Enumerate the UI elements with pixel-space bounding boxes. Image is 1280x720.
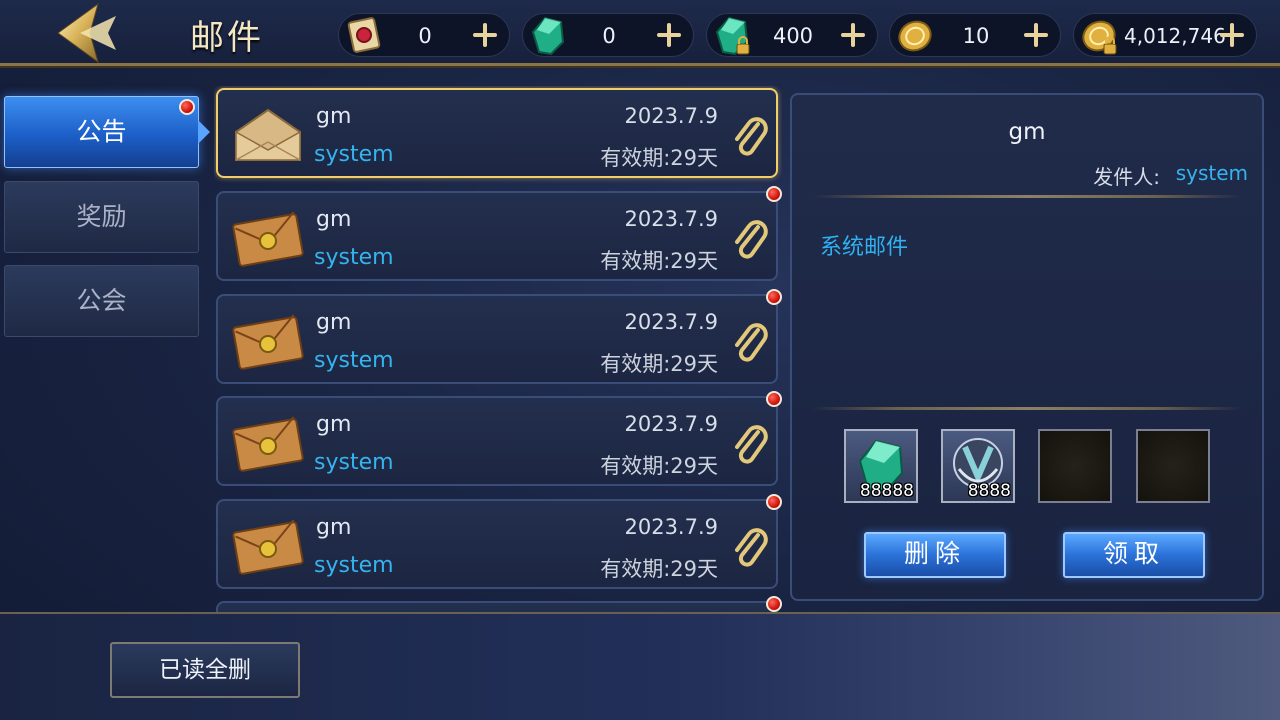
mail-item[interactable]: gm system 2023.7.9 有效期:29天	[216, 499, 778, 589]
add-diamond-button[interactable]	[653, 19, 685, 51]
mail-item[interactable]: gm system 2023.7.9 有效期:29天	[216, 396, 778, 486]
mail-date: 2023.7.9	[624, 310, 718, 334]
unread-dot	[179, 99, 195, 115]
add-bound-diamond-button[interactable]	[837, 19, 869, 51]
gold-coin-icon	[898, 20, 932, 52]
mail-sender: system	[314, 142, 394, 167]
mail-expiry: 有效期:29天	[600, 454, 718, 478]
mail-expiry: 有效期:29天	[600, 146, 718, 170]
tab-rewards[interactable]: 奖励	[4, 181, 199, 253]
back-arrow-icon	[57, 2, 116, 64]
unread-dot	[766, 289, 782, 305]
delete-button[interactable]: 删除	[864, 532, 1006, 578]
currency-value: 0	[602, 24, 616, 48]
attachment-qty: 8888	[967, 481, 1011, 501]
attachment-slot-empty	[1136, 429, 1210, 503]
currency-bound-diamond: 400	[706, 13, 878, 57]
delete-read-button[interactable]: 已读全删	[110, 642, 300, 698]
attachment-slot[interactable]: 8888	[941, 429, 1015, 503]
unread-dot	[766, 494, 782, 510]
mail-sender: system	[314, 245, 394, 270]
mail-date: 2023.7.9	[624, 412, 718, 436]
claim-button[interactable]: 领取	[1063, 532, 1205, 578]
diamond-icon	[531, 16, 565, 56]
bound-gold-coin-icon	[1082, 20, 1117, 55]
sealed-envelope-icon	[232, 211, 304, 267]
tab-guild[interactable]: 公会	[4, 265, 199, 337]
currency-diamond: 0	[522, 13, 694, 57]
mail-sender: system	[314, 450, 394, 475]
sealed-envelope-icon	[232, 416, 304, 472]
attachment-qty: 88888	[859, 481, 914, 501]
unread-dot	[766, 391, 782, 407]
mail-date: 2023.7.9	[624, 207, 718, 231]
mail-expiry: 有效期:29天	[600, 249, 718, 273]
mail-title: gm	[316, 310, 352, 335]
sealed-envelope-icon	[232, 314, 304, 370]
mail-item[interactable]: gm system 2023.7.9 有效期:29天	[216, 191, 778, 281]
tab-label: 奖励	[76, 202, 127, 231]
sender-label: 发件人:	[1093, 165, 1160, 189]
attachment-clip-icon	[735, 220, 768, 259]
currency-value: 400	[772, 24, 814, 48]
mail-title: gm	[316, 515, 352, 540]
top-bar: 邮件 0 0 400 10 4,012,746	[0, 0, 1280, 66]
currency-value: 10	[962, 24, 990, 48]
divider	[812, 195, 1242, 198]
mail-sender: system	[314, 553, 394, 578]
mail-title: gm	[316, 207, 352, 232]
mail-item[interactable]: gm system 2023.7.9 有效期:29天	[216, 294, 778, 384]
mail-title: gm	[316, 104, 352, 129]
currency-gold: 10	[889, 13, 1061, 57]
currency-scroll: 0	[338, 13, 510, 57]
add-bound-gold-button[interactable]	[1216, 19, 1248, 51]
attachment-clip-icon	[735, 528, 768, 567]
attachment-clip-icon	[735, 425, 768, 464]
currency-value: 0	[418, 24, 432, 48]
active-tab-pointer	[198, 120, 210, 144]
unread-dot	[766, 596, 782, 612]
scroll-ticket-icon	[347, 17, 381, 53]
mail-expiry: 有效期:29天	[600, 557, 718, 581]
add-gold-button[interactable]	[1020, 19, 1052, 51]
sealed-envelope-icon	[232, 519, 304, 575]
mail-date: 2023.7.9	[624, 104, 718, 128]
mail-item[interactable]: gm system 2023.7.9 有效期:29天	[216, 88, 778, 178]
sender-value: system	[1175, 161, 1248, 185]
tab-announcement[interactable]: 公告	[4, 96, 199, 168]
mail-item[interactable]	[216, 601, 778, 612]
tab-label: 公会	[76, 286, 127, 315]
mail-date: 2023.7.9	[624, 515, 718, 539]
detail-title: gm	[1008, 119, 1046, 145]
back-button[interactable]	[52, 2, 124, 64]
bottom-bar: 已读全删	[0, 612, 1280, 720]
page-title: 邮件	[190, 18, 264, 58]
opened-envelope-icon	[235, 108, 301, 161]
divider	[812, 407, 1242, 410]
currency-bound-gold: 4,012,746	[1073, 13, 1257, 57]
attachment-slot[interactable]: 88888	[844, 429, 918, 503]
attachment-clip-icon	[735, 117, 768, 156]
mail-detail-panel: gm 发件人: system 系统邮件 88888 8888 删除 领取	[790, 93, 1264, 601]
bound-diamond-icon	[715, 16, 750, 56]
unread-dot	[766, 186, 782, 202]
mail-title: gm	[316, 412, 352, 437]
mail-sender: system	[314, 348, 394, 373]
attachment-slot-empty	[1038, 429, 1112, 503]
currency-value: 4,012,746	[1124, 24, 1226, 48]
mail-expiry: 有效期:29天	[600, 352, 718, 376]
attachment-clip-icon	[735, 323, 768, 362]
add-scroll-button[interactable]	[469, 19, 501, 51]
mail-body: 系统邮件	[820, 235, 909, 260]
tab-label: 公告	[76, 117, 127, 146]
mail-list[interactable]: gm system 2023.7.9 有效期:29天 gm system 202…	[214, 86, 782, 612]
